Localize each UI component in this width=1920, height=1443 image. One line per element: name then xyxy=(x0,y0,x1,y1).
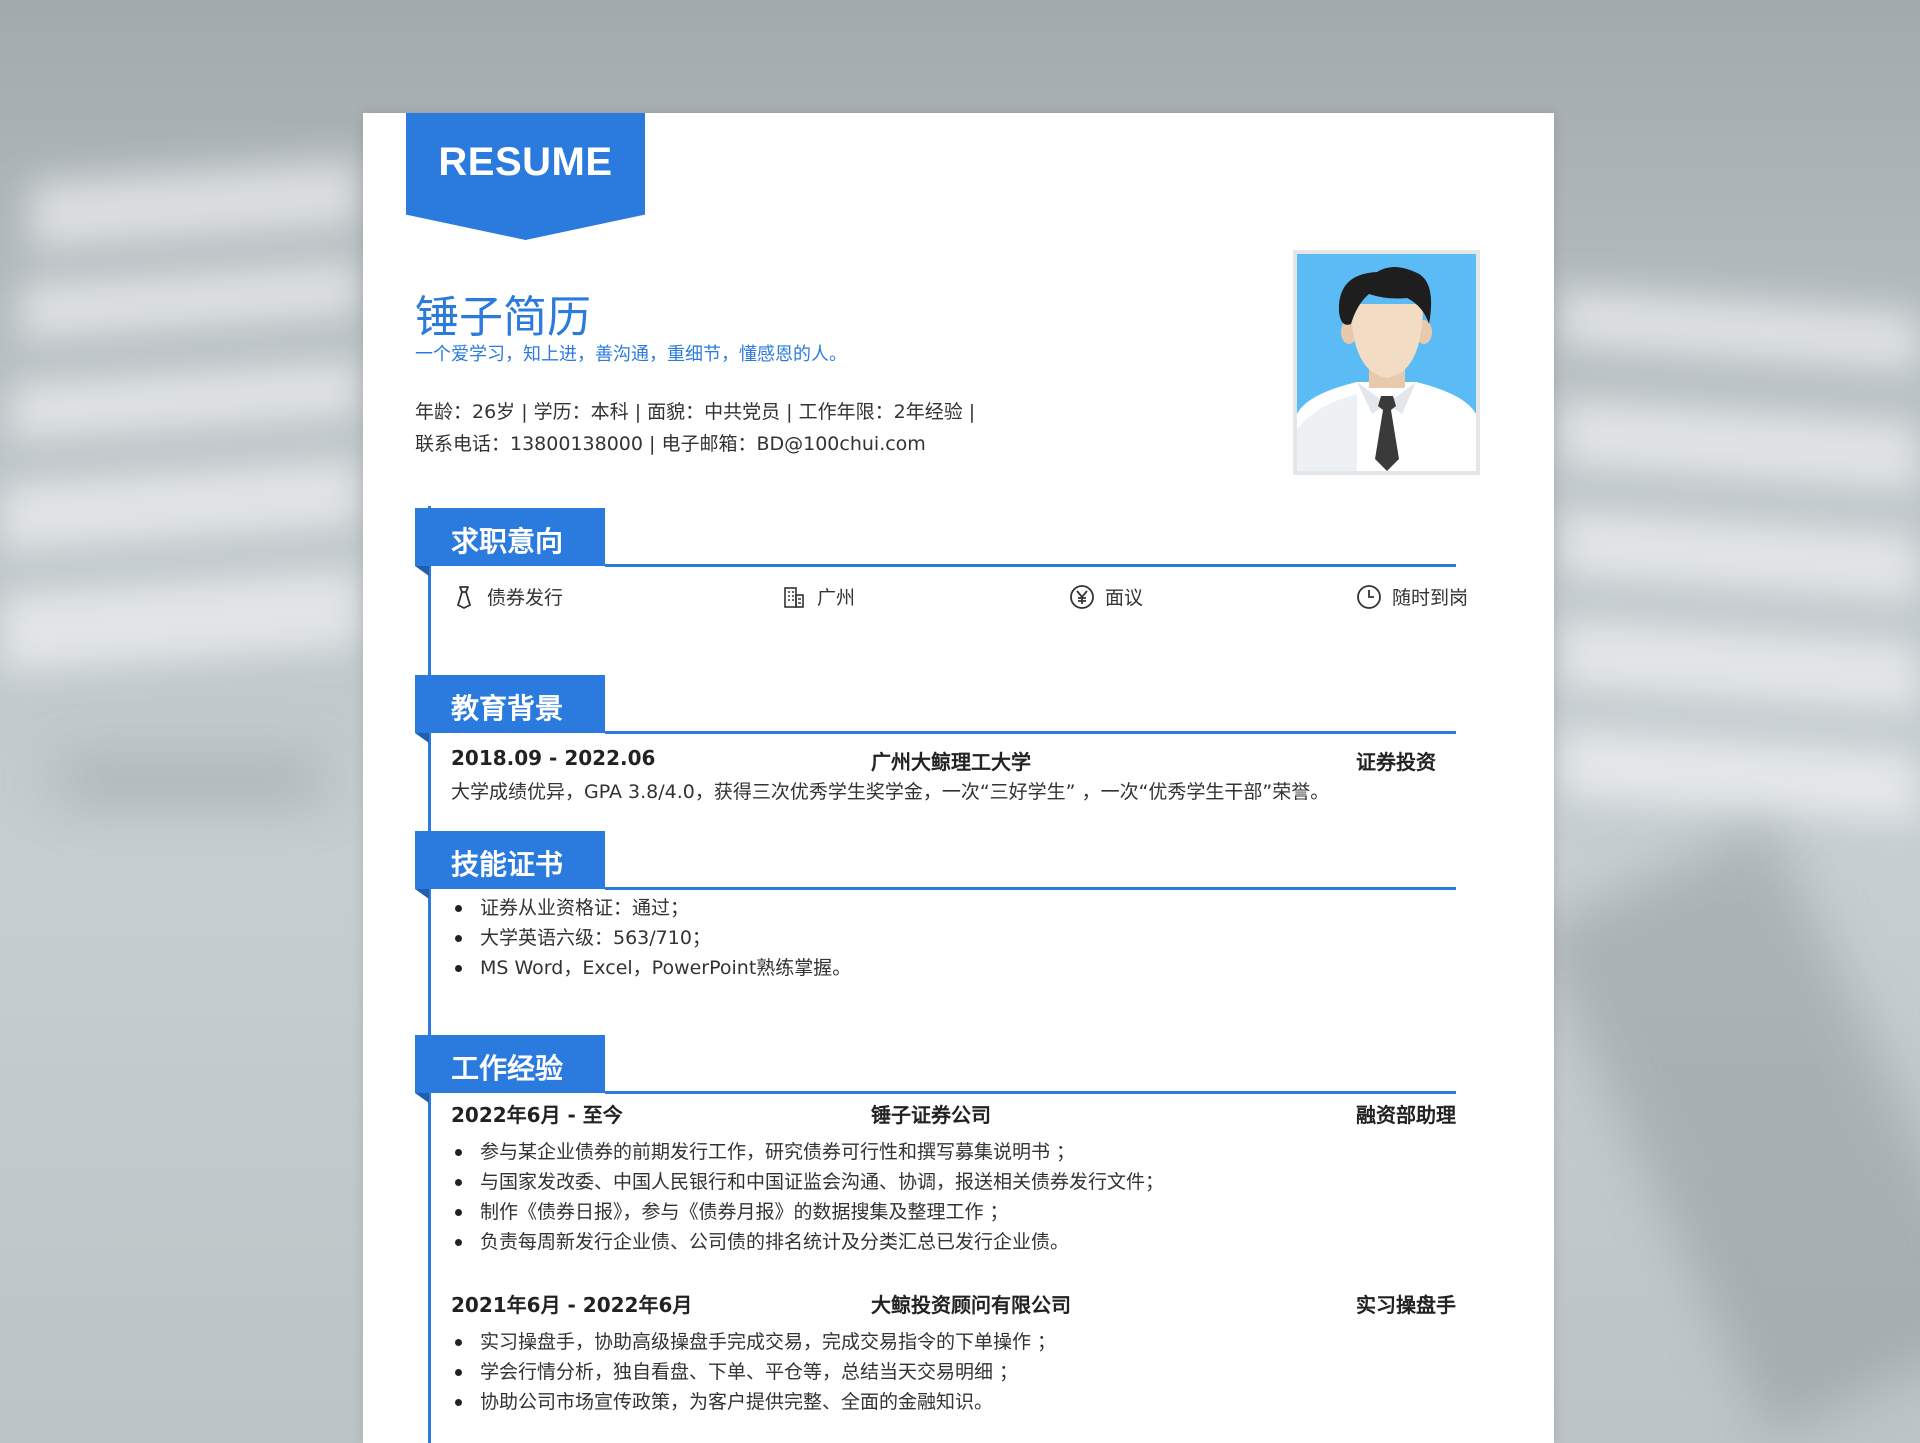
section-title: 教育背景 xyxy=(451,692,564,725)
section-header-skills: 技能证书 xyxy=(415,831,1456,899)
work-company: 锤子证券公司 xyxy=(871,1103,991,1127)
resume-page: RESUME 锤子简历 一个爱学习，知上进，善沟通，重细节，懂感恩的人。 年龄：… xyxy=(363,113,1554,1443)
work-role: 实习操盘手 xyxy=(1356,1293,1456,1317)
list-item: 与国家发改委、中国人民银行和中国证监会沟通、协调，报送相关债券发行文件； xyxy=(451,1167,1164,1197)
education-school: 广州大鲸理工大学 xyxy=(871,750,1031,774)
list-item: 证券从业资格证：通过； xyxy=(451,893,851,923)
timeline-line xyxy=(428,506,431,1443)
avatar xyxy=(1293,250,1480,475)
work-row-1: 2022年6月 - 至今 锤子证券公司 融资部助理 xyxy=(451,1099,1456,1127)
work-company: 大鲸投资顾问有限公司 xyxy=(871,1293,1071,1317)
clock-icon xyxy=(1357,584,1381,609)
work-row-2: 2021年6月 - 2022年6月 大鲸投资顾问有限公司 实习操盘手 xyxy=(451,1289,1456,1317)
basic-info-line-1: 年龄：26岁 | 学历：本科 | 面貌：中共党员 | 工作年限：2年经验 | xyxy=(415,401,976,423)
intent-salary: 面议 xyxy=(1069,583,1143,610)
skills-list: 证券从业资格证：通过； 大学英语六级：563/710； MS Word，Exce… xyxy=(451,893,851,983)
section-rule xyxy=(605,731,1456,734)
section-title: 求职意向 xyxy=(451,525,564,558)
education-row: 2018.09 - 2022.06 广州大鲸理工大学 证券投资 xyxy=(451,746,1456,774)
basic-info: 年龄：26岁 | 学历：本科 | 面貌：中共党员 | 工作年限：2年经验 | 联… xyxy=(415,396,975,460)
intent-availability-label: 随时到岗 xyxy=(1392,587,1469,609)
section-rule xyxy=(605,1091,1456,1094)
basic-info-line-2: 联系电话：13800138000 | 电子邮箱：BD@100chui.com xyxy=(415,433,926,455)
intent-city-label: 广州 xyxy=(817,587,856,609)
job-intent-row: 债券发行 广州 面议 随时到岗 xyxy=(363,583,1554,617)
list-item: 大学英语六级：563/710； xyxy=(451,923,851,953)
resume-badge: RESUME xyxy=(406,113,645,240)
list-item: 协助公司市场宣传政策，为客户提供完整、全面的金融知识。 xyxy=(451,1387,1056,1417)
section-title: 工作经验 xyxy=(451,1052,564,1085)
education-period: 2018.09 - 2022.06 xyxy=(451,746,656,770)
intent-position-label: 债券发行 xyxy=(487,587,564,609)
work-role: 融资部助理 xyxy=(1356,1103,1456,1127)
list-item: 负责每周新发行企业债、公司债的排名统计及分类汇总已发行企业债。 xyxy=(451,1227,1164,1257)
intent-city: 广州 xyxy=(781,583,855,610)
list-item: 实习操盘手，协助高级操盘手完成交易，完成交易指令的下单操作 ； xyxy=(451,1327,1056,1357)
work-period: 2021年6月 - 2022年6月 xyxy=(451,1293,693,1317)
list-item: 学会行情分析，独自看盘、下单、平仓等，总结当天交易明细 ； xyxy=(451,1357,1056,1387)
education-major: 证券投资 xyxy=(1356,750,1436,774)
work-duties-1: 参与某企业债券的前期发行工作，研究债券可行性和撰写募集说明书 ； 与国家发改委、… xyxy=(451,1137,1164,1257)
list-item: 制作《债券日报》，参与《债券月报》的数据搜集及整理工作 ； xyxy=(451,1197,1164,1227)
intent-salary-label: 面议 xyxy=(1105,587,1144,609)
building-icon xyxy=(784,586,804,608)
list-item: 参与某企业债券的前期发行工作，研究债券可行性和撰写募集说明书 ； xyxy=(451,1137,1164,1167)
resume-badge-text: RESUME xyxy=(438,140,613,184)
candidate-name: 锤子简历 xyxy=(415,292,591,343)
intent-availability: 随时到岗 xyxy=(1356,583,1468,610)
intent-position: 债券发行 xyxy=(451,583,563,610)
education-description: 大学成绩优异，GPA 3.8/4.0，获得三次优秀学生奖学金，一次“三好学生” … xyxy=(451,781,1330,803)
section-title: 技能证书 xyxy=(451,848,564,881)
section-rule xyxy=(605,887,1456,890)
section-rule xyxy=(605,564,1456,567)
candidate-motto: 一个爱学习，知上进，善沟通，重细节，懂感恩的人。 xyxy=(415,344,847,365)
work-period: 2022年6月 - 至今 xyxy=(451,1103,623,1127)
list-item: MS Word，Excel，PowerPoint熟练掌握。 xyxy=(451,953,851,983)
work-duties-2: 实习操盘手，协助高级操盘手完成交易，完成交易指令的下单操作 ； 学会行情分析，独… xyxy=(451,1327,1056,1417)
avatar-illustration xyxy=(1297,254,1476,471)
section-header-work: 工作经验 xyxy=(415,1035,1456,1103)
tie-icon xyxy=(457,585,471,609)
section-header-education: 教育背景 xyxy=(415,675,1456,743)
yen-icon xyxy=(1070,584,1094,609)
section-header-intent: 求职意向 xyxy=(415,508,1456,576)
